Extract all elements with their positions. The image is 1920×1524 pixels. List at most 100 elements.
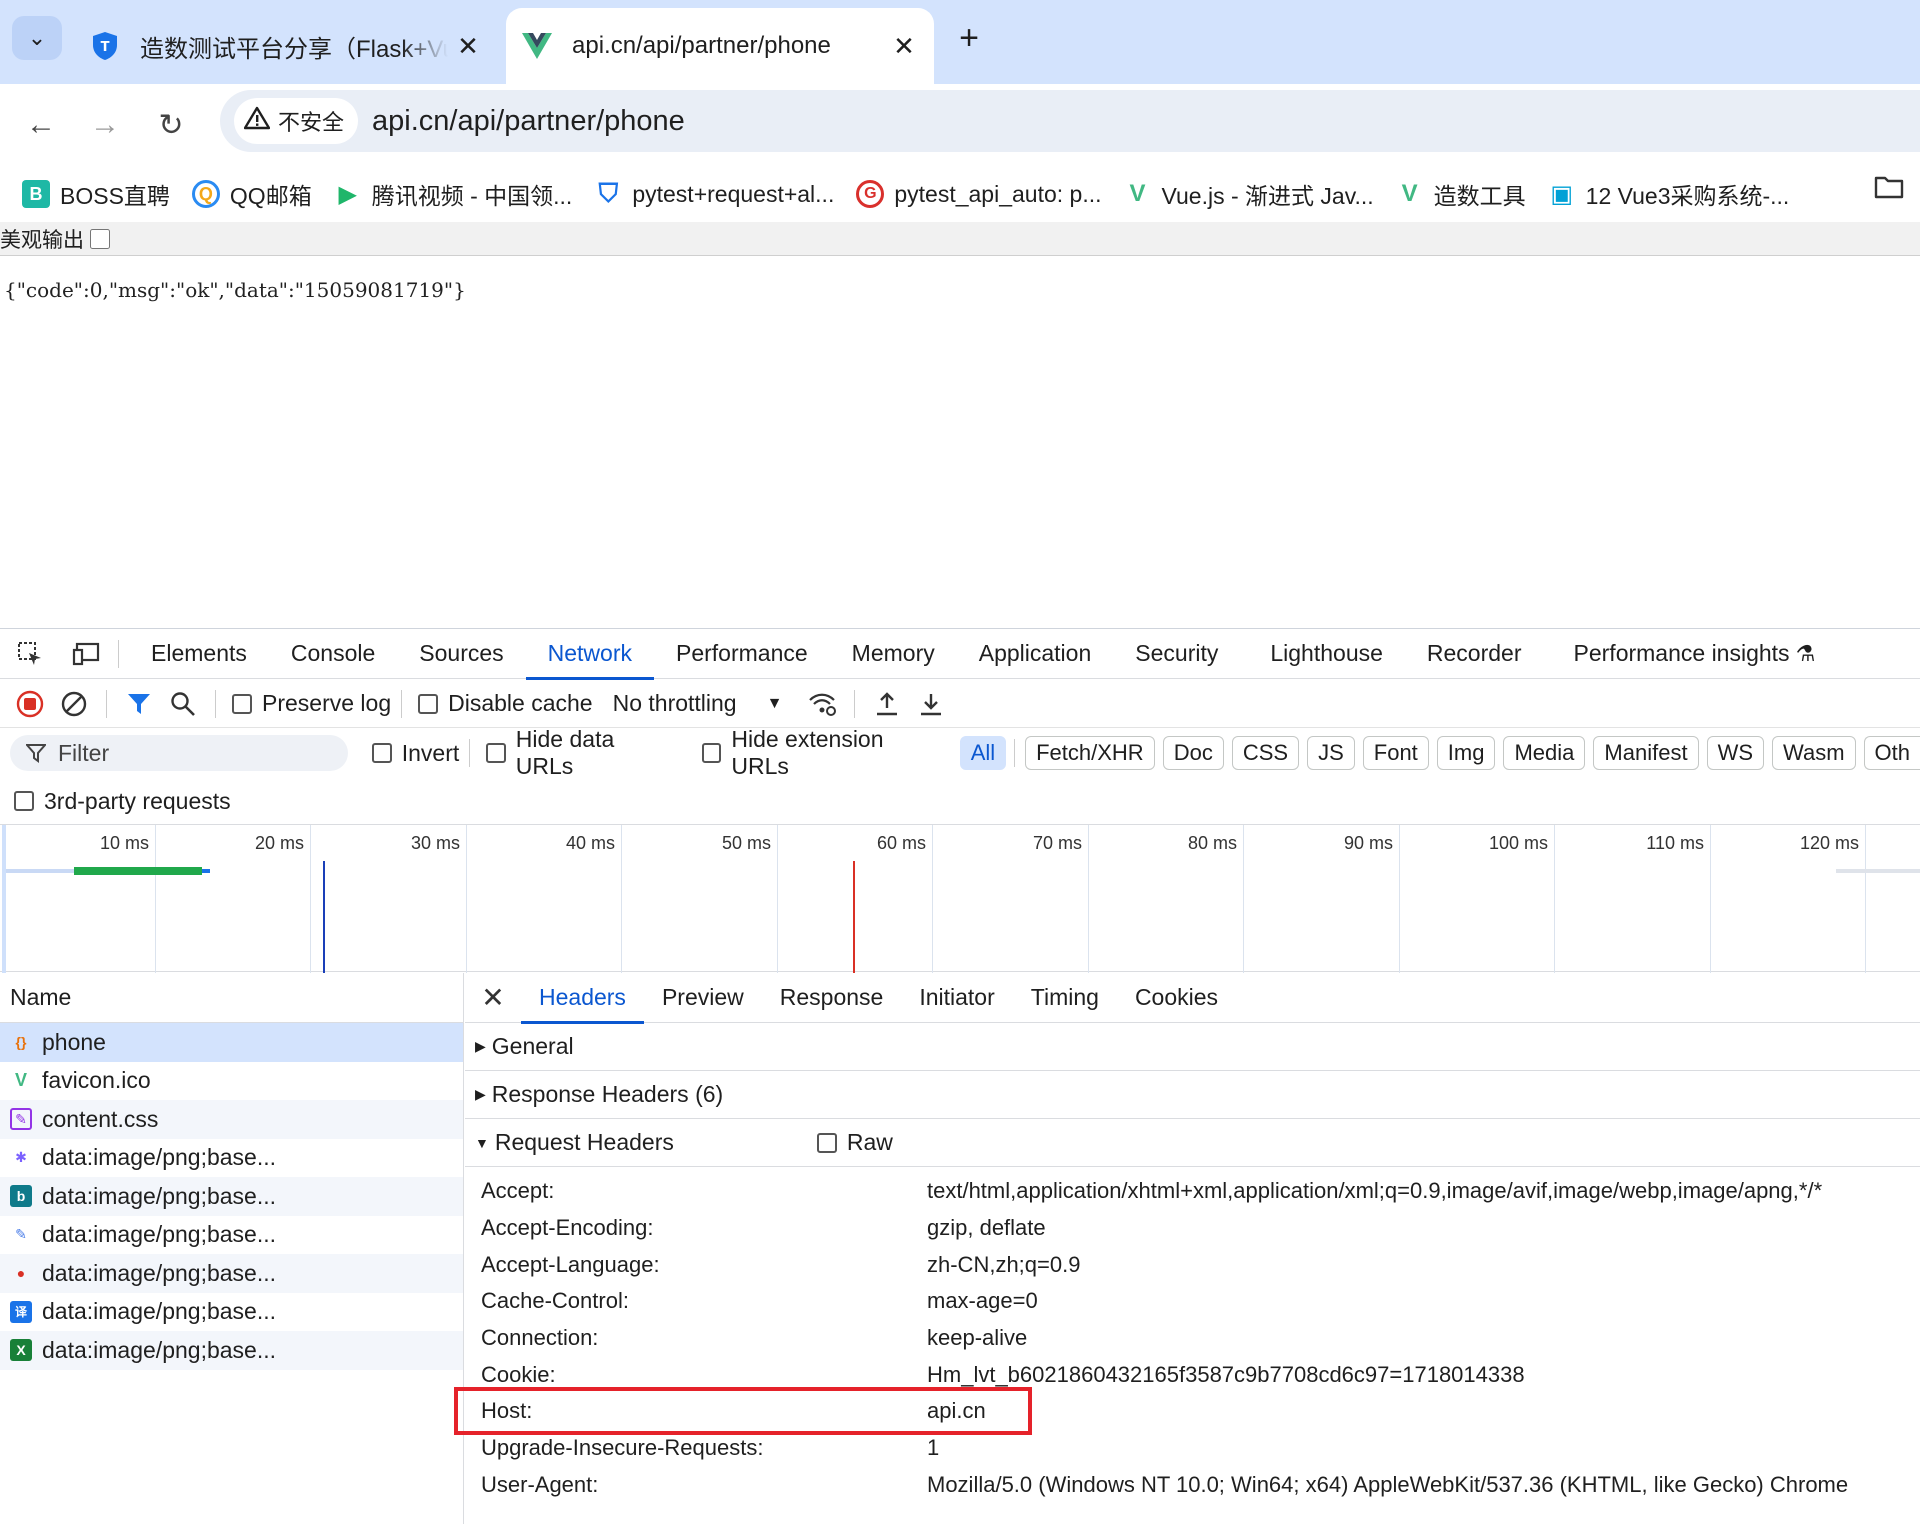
device-toolbar-icon[interactable] [64,632,108,676]
tab-timing[interactable]: Timing [1013,973,1117,1023]
tab-recorder[interactable]: Recorder [1405,629,1544,679]
tab-headers[interactable]: Headers [521,973,644,1024]
preserve-log-checkbox[interactable]: Preserve log [232,690,391,717]
checkbox[interactable] [232,693,252,714]
bookmark-item[interactable]: ▶ 腾讯视频 - 中国领... [334,174,572,214]
checkbox[interactable] [418,693,439,714]
tab-title: api.cn/api/partner/phone [572,32,831,59]
tab-active[interactable]: api.cn/api/partner/phone ✕ [506,8,934,84]
request-headers-section-header[interactable]: ▼ Request Headers Raw [465,1119,1920,1167]
request-row[interactable]: ✎ data:image/png;base... [0,1216,463,1255]
tab-console[interactable]: Console [269,629,397,679]
tab-sources[interactable]: Sources [397,629,525,679]
record-stop-button[interactable] [8,682,52,726]
arrow-left-icon: ← [26,108,56,141]
checkbox[interactable] [701,743,722,763]
tab-response[interactable]: Response [762,973,902,1023]
request-row[interactable]: ✱ data:image/png;base... [0,1139,463,1178]
close-icon[interactable]: ✕ [465,981,521,1014]
checkbox[interactable] [486,743,506,763]
filter-type-doc[interactable]: Doc [1162,736,1224,770]
filter-type-manifest[interactable]: Manifest [1593,736,1699,770]
request-row[interactable]: {} phone [0,1023,463,1062]
reload-icon: ↻ [158,108,184,142]
pretty-print-checkbox[interactable] [90,228,110,249]
checkbox[interactable] [816,1132,837,1153]
disable-cache-checkbox[interactable]: Disable cache [418,690,593,717]
bookmark-item[interactable]: V Vue.js - 渐进式 Jav... [1124,174,1373,214]
request-row[interactable]: ✎ content.css [0,1100,463,1139]
filter-type-js[interactable]: JS [1307,736,1355,770]
tab-preview[interactable]: Preview [644,973,762,1023]
tab-network[interactable]: Network [525,629,655,680]
request-row[interactable]: ● data:image/png;base... [0,1254,463,1293]
checkbox[interactable] [371,743,392,763]
tab-security[interactable]: Security [1113,629,1240,679]
general-section-header[interactable]: ▶ General [465,1023,1920,1071]
bookmark-item[interactable]: Q QQ邮箱 [191,174,312,214]
tab-initiator[interactable]: Initiator [901,973,1012,1023]
reload-button[interactable]: ↻ [146,100,196,150]
bookmark-item[interactable]: B BOSS直聘 [22,174,170,214]
folder-icon[interactable] [1874,174,1904,206]
third-party-checkbox[interactable]: 3rd-party requests [14,781,231,821]
bookmark-item[interactable]: ▣ 12 Vue3采购系统-... [1548,174,1789,214]
tab-performance[interactable]: Performance [654,629,830,679]
inspect-element-icon[interactable] [8,632,52,676]
filter-type-media[interactable]: Media [1503,736,1586,770]
search-icon[interactable] [161,682,205,726]
request-row[interactable]: 译 data:image/png;base... [0,1293,463,1332]
request-row[interactable]: Vfavicon.ico [0,1062,463,1101]
hide-data-urls-checkbox[interactable]: Hide data URLs [486,726,674,780]
upload-icon[interactable] [865,682,909,726]
filter-type-css[interactable]: CSS [1231,736,1300,770]
raw-checkbox[interactable]: Raw [816,1129,893,1156]
security-chip[interactable]: 不安全 [234,98,359,144]
bookmark-item[interactable]: V 造数工具 [1396,174,1526,214]
checkbox[interactable] [14,791,34,811]
name-column-header[interactable]: Name [0,973,463,1023]
url-text[interactable]: api.cn/api/partner/phone [372,105,685,138]
network-overview-timeline[interactable]: 10 ms 20 ms 30 ms 40 ms 50 ms 60 ms 70 m… [0,824,1920,973]
tab-memory[interactable]: Memory [830,629,957,679]
bookmark-item[interactable]: Gpytest_api_auto: p... [856,174,1102,214]
load-event-line [853,861,855,973]
filter-type-fetch-xhr[interactable]: Fetch/XHR [1025,736,1155,770]
header-row: Upgrade-Insecure-Requests: 1 [465,1430,1920,1467]
request-row[interactable]: b data:image/png;base... [0,1177,463,1216]
filter-type-other[interactable]: Oth [1863,736,1920,770]
response-headers-section-header[interactable]: ▶ Response Headers (6) [465,1071,1920,1119]
forward-button[interactable]: → [80,100,130,150]
address-bar[interactable]: 不安全 api.cn/api/partner/phone [220,90,1920,152]
tab-elements[interactable]: Elements [129,629,269,679]
new-tab-button[interactable]: + [944,16,994,60]
filter-input[interactable]: Filter [10,735,348,771]
hide-extension-urls-checkbox[interactable]: Hide extension URLs [701,726,942,780]
back-button[interactable]: ← [16,100,66,150]
timeline-selection-handle[interactable] [2,825,6,973]
invert-checkbox[interactable]: Invert [371,740,459,767]
tab-lighthouse[interactable]: Lighthouse [1248,629,1405,679]
tab-application[interactable]: Application [957,629,1114,679]
close-icon[interactable]: ✕ [448,31,488,62]
bookmark-item[interactable]: ⛉ pytest+request+al... [594,174,835,214]
tab-cookies[interactable]: Cookies [1117,973,1236,1023]
filter-type-ws[interactable]: WS [1706,736,1765,770]
tab-inactive[interactable]: T 造数测试平台分享（Flask+Vue ✕ [74,8,498,84]
tab-performance-insights[interactable]: Performance insights [1552,629,1796,679]
close-icon[interactable]: ✕ [884,31,924,62]
timeline-request-bar [202,869,210,873]
tick-label: 20 ms [254,833,304,853]
filter-funnel-icon[interactable] [117,682,161,726]
filter-type-wasm[interactable]: Wasm [1772,736,1856,770]
download-icon[interactable] [909,682,953,726]
request-list: Name {} phone Vfavicon.ico ✎ content.css ✱… [0,973,464,1524]
filter-type-font[interactable]: Font [1362,736,1429,770]
tab-search-button[interactable]: ⌄ [12,16,62,60]
filter-type-all[interactable]: All [959,736,1007,770]
network-conditions-icon[interactable] [800,682,844,726]
clear-icon[interactable] [52,682,96,726]
filter-type-img[interactable]: Img [1436,736,1496,770]
request-row[interactable]: Xdata:image/png;base... [0,1331,463,1370]
throttling-select[interactable]: No throttling ▼ [613,690,783,717]
